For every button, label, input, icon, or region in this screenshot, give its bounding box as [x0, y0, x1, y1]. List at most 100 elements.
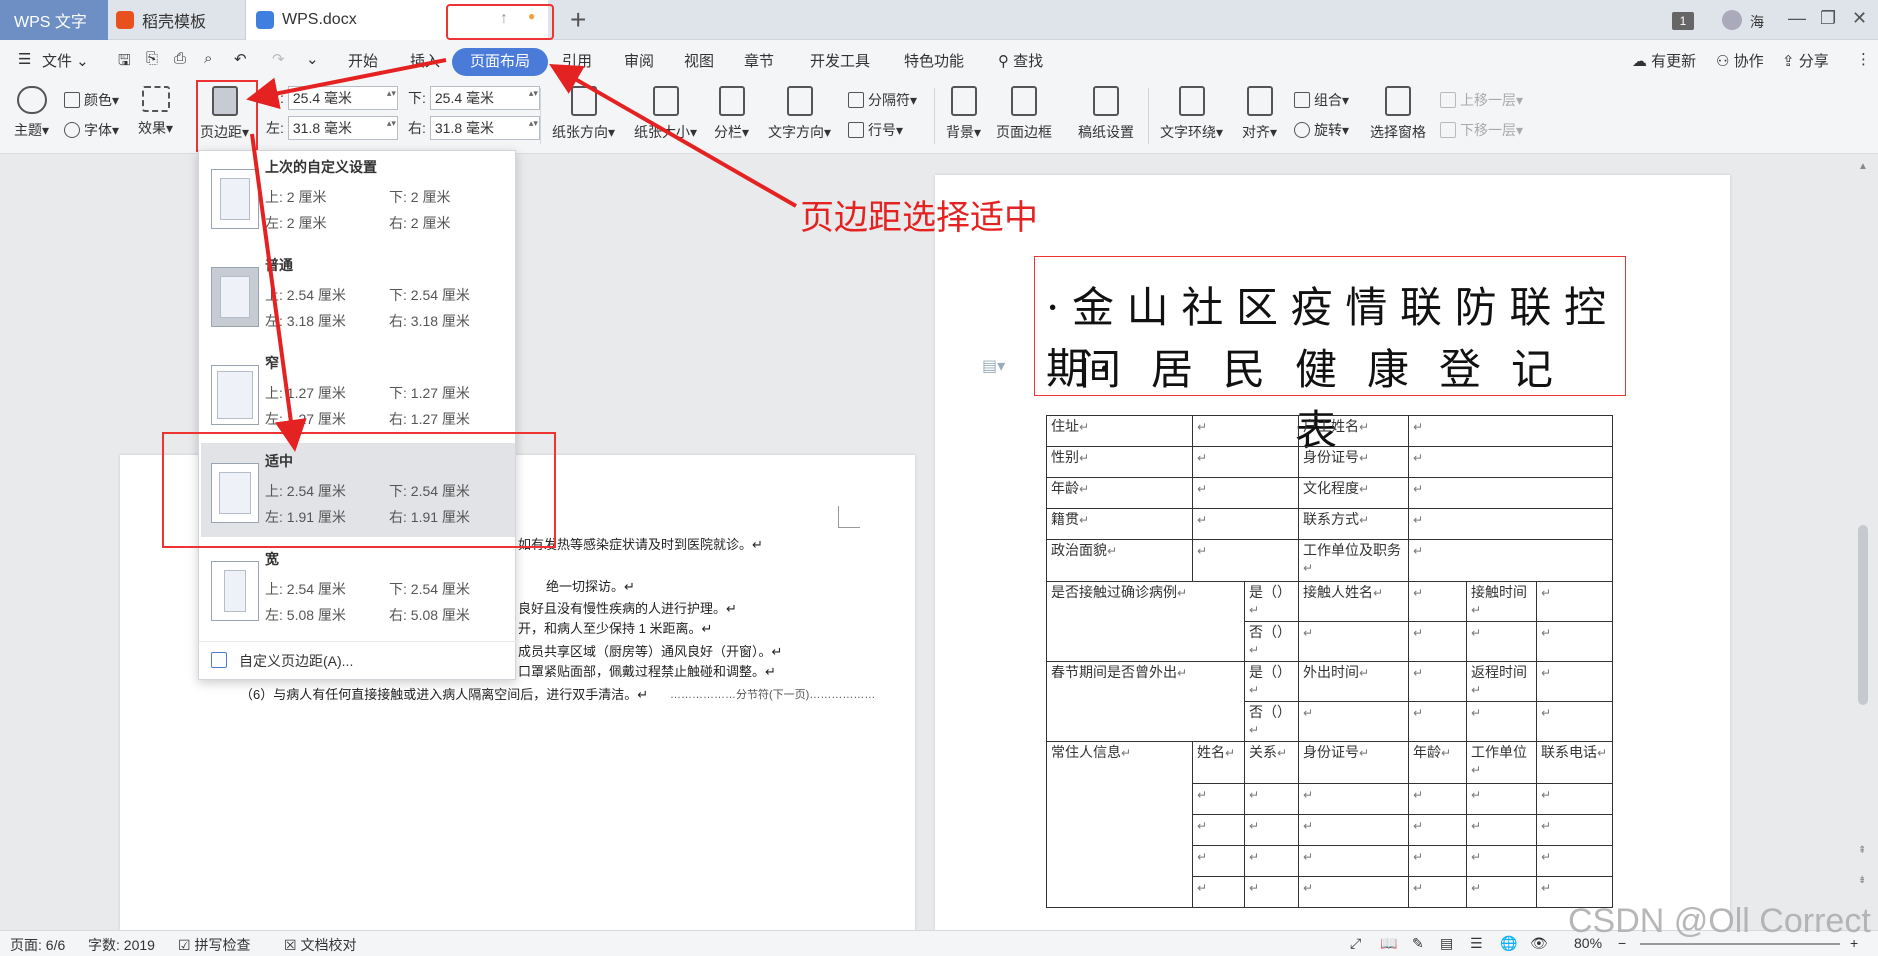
table-cell[interactable]: 籍贯↵ — [1046, 508, 1193, 540]
table-cell[interactable]: 政治面貌↵ — [1046, 539, 1193, 582]
text-direction-button[interactable]: 文字方向▾ — [768, 86, 831, 142]
scroll-next-page-icon[interactable]: ⇟ — [1858, 875, 1866, 886]
outline-view-icon[interactable]: ☰ — [1470, 935, 1483, 952]
table-cell[interactable]: 身份证号↵ — [1298, 446, 1409, 478]
page-border-button[interactable]: 页面边框 — [996, 86, 1052, 142]
hamburger-icon[interactable]: ☰ — [18, 50, 31, 68]
table-cell[interactable]: 联系方式↵ — [1298, 508, 1409, 540]
share-button[interactable]: ⇪ 分享 — [1782, 50, 1829, 71]
table-cell[interactable]: 春节期间是否曾外出↵ — [1046, 661, 1245, 742]
table-cell[interactable]: 接触人姓名↵ — [1298, 581, 1409, 622]
tab-references[interactable]: 引用 — [562, 50, 592, 71]
table-cell[interactable]: 年龄↵ — [1046, 477, 1193, 509]
orientation-button[interactable]: 纸张方向▾ — [552, 86, 615, 142]
vertical-scrollbar[interactable]: ▲ ⇞ ⇟ — [1852, 155, 1874, 930]
table-cell[interactable]: ↵ — [1408, 783, 1467, 815]
table-cell[interactable]: 工作单位及职务↵ — [1298, 539, 1409, 582]
color-button[interactable]: 颜色 ▾ — [64, 90, 119, 110]
tab-view[interactable]: 视图 — [684, 50, 714, 71]
table-cell[interactable]: 是否接触过确诊病例↵ — [1046, 581, 1245, 662]
reading-mode-icon[interactable]: 📖 — [1380, 935, 1397, 952]
right-margin-input[interactable]: 31.8 毫米 — [429, 116, 540, 140]
table-cell[interactable]: ↵ — [1192, 477, 1299, 509]
minimize-icon[interactable]: — — [1788, 8, 1806, 29]
scrollbar-thumb[interactable] — [1858, 525, 1868, 705]
separator-button[interactable]: 分隔符 ▾ — [848, 90, 917, 110]
tab-wps-writer[interactable]: WPS 文字 — [0, 0, 108, 40]
tab-page-layout[interactable]: 页面布局 — [452, 48, 548, 76]
right-margin-spinner[interactable]: 右: 31.8 毫米 — [408, 116, 540, 140]
table-cell[interactable]: ↵ — [1298, 621, 1409, 662]
table-cell[interactable]: ↵ — [1408, 446, 1613, 478]
tab-chapter[interactable]: 章节 — [744, 50, 774, 71]
spell-check-button[interactable]: ☑ 拼写检查 — [178, 935, 250, 955]
table-cell[interactable]: ↵ — [1536, 621, 1613, 662]
table-cell[interactable]: ↵ — [1408, 477, 1613, 509]
tab-insert[interactable]: 插入 — [410, 50, 440, 71]
table-cell[interactable]: 外出时间↵ — [1298, 661, 1409, 702]
table-cell[interactable]: 户主姓名↵ — [1298, 415, 1409, 447]
table-cell[interactable]: 姓名↵ — [1192, 741, 1245, 784]
table-cell[interactable]: ↵ — [1244, 845, 1299, 877]
print-preview-icon[interactable]: ⌕ — [204, 50, 212, 67]
table-cell[interactable]: ↵ — [1536, 783, 1613, 815]
custom-margins-item[interactable]: 自定义页边距(A)... — [199, 641, 517, 677]
table-cell[interactable]: 年龄↵ — [1408, 741, 1467, 784]
table-cell[interactable]: 住址↵ — [1046, 415, 1193, 447]
table-cell[interactable]: 身份证号↵ — [1298, 741, 1409, 784]
search-button[interactable]: ⚲ 查找 — [998, 50, 1043, 71]
web-view-icon[interactable]: 🌐 — [1500, 935, 1517, 952]
eye-protection-icon[interactable]: 👁 — [1530, 935, 1548, 952]
table-cell[interactable]: ↵ — [1298, 701, 1409, 742]
line-number-button[interactable]: 行号 ▾ — [848, 120, 903, 140]
table-cell[interactable]: ↵ — [1408, 661, 1467, 702]
margin-option-wide[interactable]: 宽 上: 2.54 厘米 下: 2.54 厘米 左: 5.08 厘米 右: 5.… — [199, 543, 517, 639]
table-cell[interactable]: ↵ — [1408, 876, 1467, 908]
save-icon[interactable]: 🖫 — [118, 50, 131, 75]
collaborate-button[interactable]: ⚇ 协作 — [1716, 50, 1764, 71]
table-cell[interactable]: 返程时间↵ — [1466, 661, 1537, 702]
table-cell[interactable]: ↵ — [1408, 539, 1613, 582]
selection-pane-button[interactable]: 选择窗格 — [1370, 86, 1426, 142]
table-cell[interactable]: 否（）↵ — [1244, 701, 1299, 742]
print-icon[interactable]: ⎙ — [174, 50, 186, 67]
update-button[interactable]: ☁ 有更新 — [1632, 50, 1696, 71]
page-view-icon[interactable]: ▤ — [1440, 935, 1453, 952]
margin-option-last-custom[interactable]: 上次的自定义设置 上: 2 厘米 下: 2 厘米 左: 2 厘米 右: 2 厘米 — [199, 151, 517, 247]
table-cell[interactable]: ↵ — [1244, 783, 1299, 815]
top-margin-input[interactable]: 25.4 毫米 — [287, 86, 398, 110]
align-button[interactable]: 对齐▾ — [1242, 86, 1277, 142]
close-icon[interactable]: ✕ — [1852, 8, 1867, 29]
left-margin-spinner[interactable]: 左: 31.8 毫米 — [266, 116, 398, 140]
send-backward-button[interactable]: 下移一层 ▾ — [1440, 120, 1523, 140]
table-cell[interactable]: ↵ — [1536, 814, 1613, 846]
font-button[interactable]: 字体 ▾ — [64, 120, 119, 140]
left-margin-input[interactable]: 31.8 毫米 — [287, 116, 398, 140]
group-button[interactable]: 组合 ▾ — [1294, 90, 1349, 110]
table-cell[interactable]: 文化程度↵ — [1298, 477, 1409, 509]
table-cell[interactable]: ↵ — [1408, 621, 1467, 662]
table-cell[interactable]: ↵ — [1466, 701, 1537, 742]
margin-option-normal[interactable]: 普通 上: 2.54 厘米 下: 2.54 厘米 左: 3.18 厘米 右: 3… — [199, 249, 517, 345]
table-cell[interactable]: ↵ — [1408, 814, 1467, 846]
background-button[interactable]: 背景▾ — [946, 86, 981, 142]
table-cell[interactable]: 否（）↵ — [1244, 621, 1299, 662]
table-cell[interactable]: 性别↵ — [1046, 446, 1193, 478]
file-menu[interactable]: 文件 ⌄ — [42, 50, 89, 71]
table-cell[interactable]: 关系↵ — [1244, 741, 1299, 784]
table-cell[interactable]: ↵ — [1536, 701, 1613, 742]
table-cell[interactable]: ↵ — [1298, 876, 1409, 908]
theme-button[interactable]: 主题▾ — [14, 86, 49, 140]
table-cell[interactable]: ↵ — [1244, 876, 1299, 908]
text-wrap-button[interactable]: 文字环绕▾ — [1160, 86, 1223, 142]
table-cell[interactable]: ↵ — [1298, 845, 1409, 877]
paragraph-layout-icon[interactable]: ▤▾ — [982, 356, 1005, 376]
table-cell[interactable]: 常住人信息↵ — [1046, 741, 1193, 908]
redo-icon[interactable]: ↷ — [272, 50, 285, 68]
proofread-button[interactable]: ☒ 文档校对 — [284, 935, 356, 955]
tab-review[interactable]: 审阅 — [624, 50, 654, 71]
table-cell[interactable]: ↵ — [1192, 539, 1299, 582]
write-mode-icon[interactable]: ✎ — [1412, 935, 1424, 952]
table-cell[interactable]: 工作单位↵ — [1466, 741, 1537, 784]
tab-developer[interactable]: 开发工具 — [810, 50, 870, 71]
